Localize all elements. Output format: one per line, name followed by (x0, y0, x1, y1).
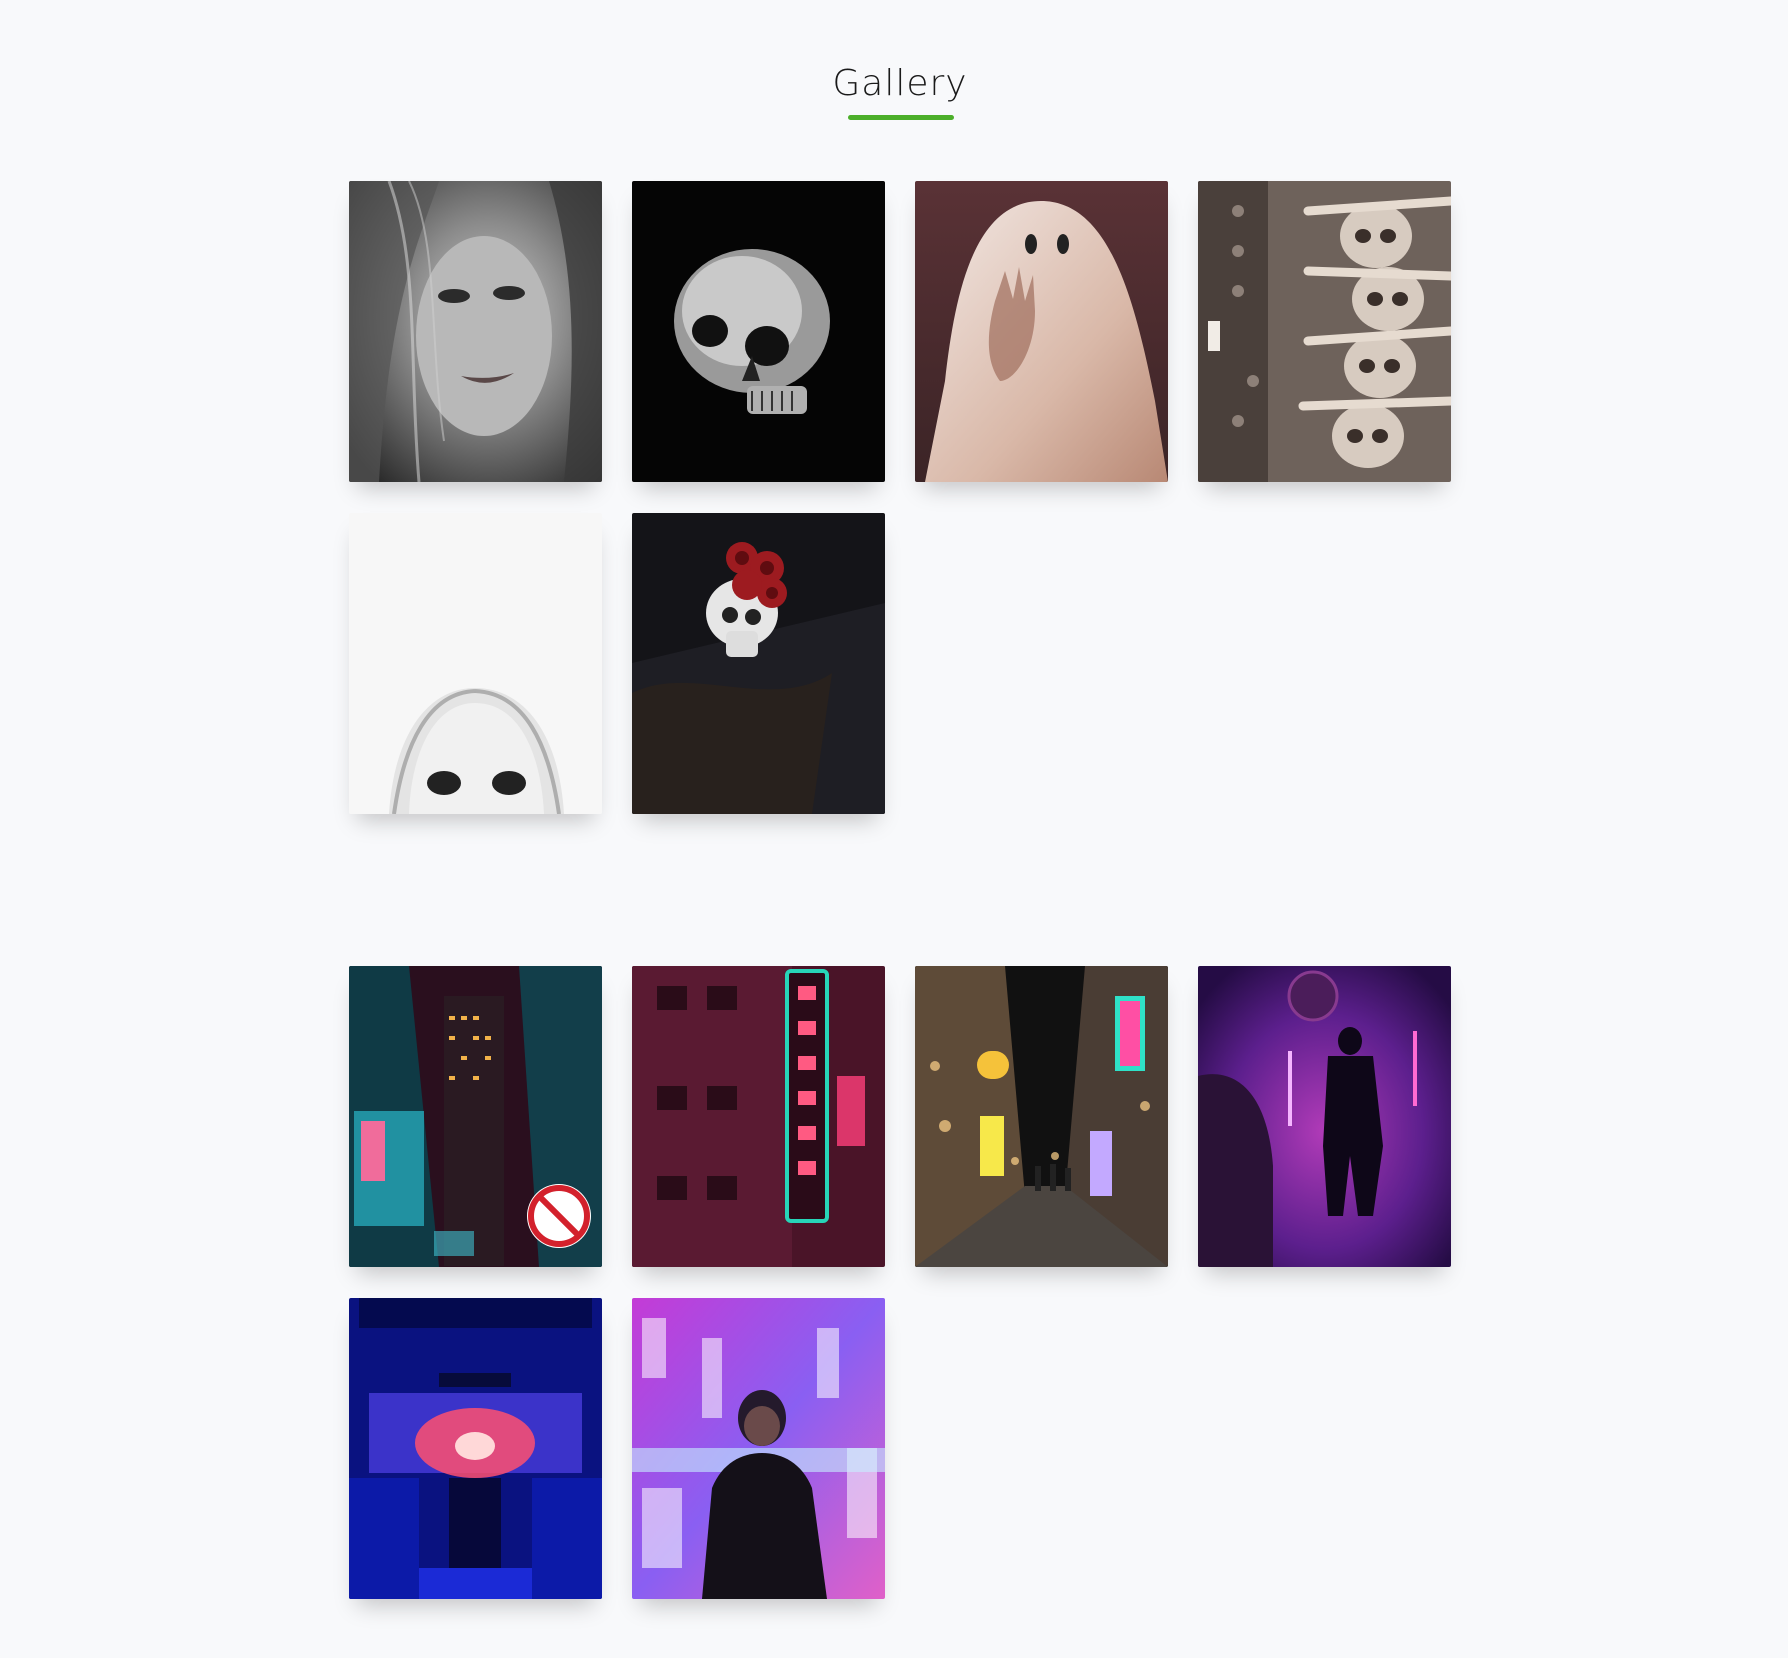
gallery-image-purple-fog[interactable] (1198, 966, 1451, 1267)
gallery-image-skull[interactable] (632, 181, 885, 482)
title-underline (848, 115, 954, 120)
gallery-image-neon-sign[interactable] (632, 966, 885, 1267)
gallery-page: Gallery (0, 0, 1788, 1658)
header: Gallery (0, 58, 1788, 110)
gallery-image-night-street[interactable] (915, 966, 1168, 1267)
gallery-image-skull-roses[interactable] (632, 513, 885, 814)
gallery-section-dark (349, 181, 1453, 814)
gallery-image-bus-interior[interactable] (349, 1298, 602, 1599)
gallery-section-neon (349, 966, 1453, 1599)
gallery-image-neon-city[interactable] (349, 966, 602, 1267)
gallery-image-ossuary[interactable] (1198, 181, 1451, 482)
gallery-image-pale-face[interactable] (349, 513, 602, 814)
gallery-image-ghost[interactable] (915, 181, 1168, 482)
gallery-image-boy-neon[interactable] (632, 1298, 885, 1599)
page-title: Gallery (832, 63, 968, 104)
gallery-image-bw-portrait[interactable] (349, 181, 602, 482)
